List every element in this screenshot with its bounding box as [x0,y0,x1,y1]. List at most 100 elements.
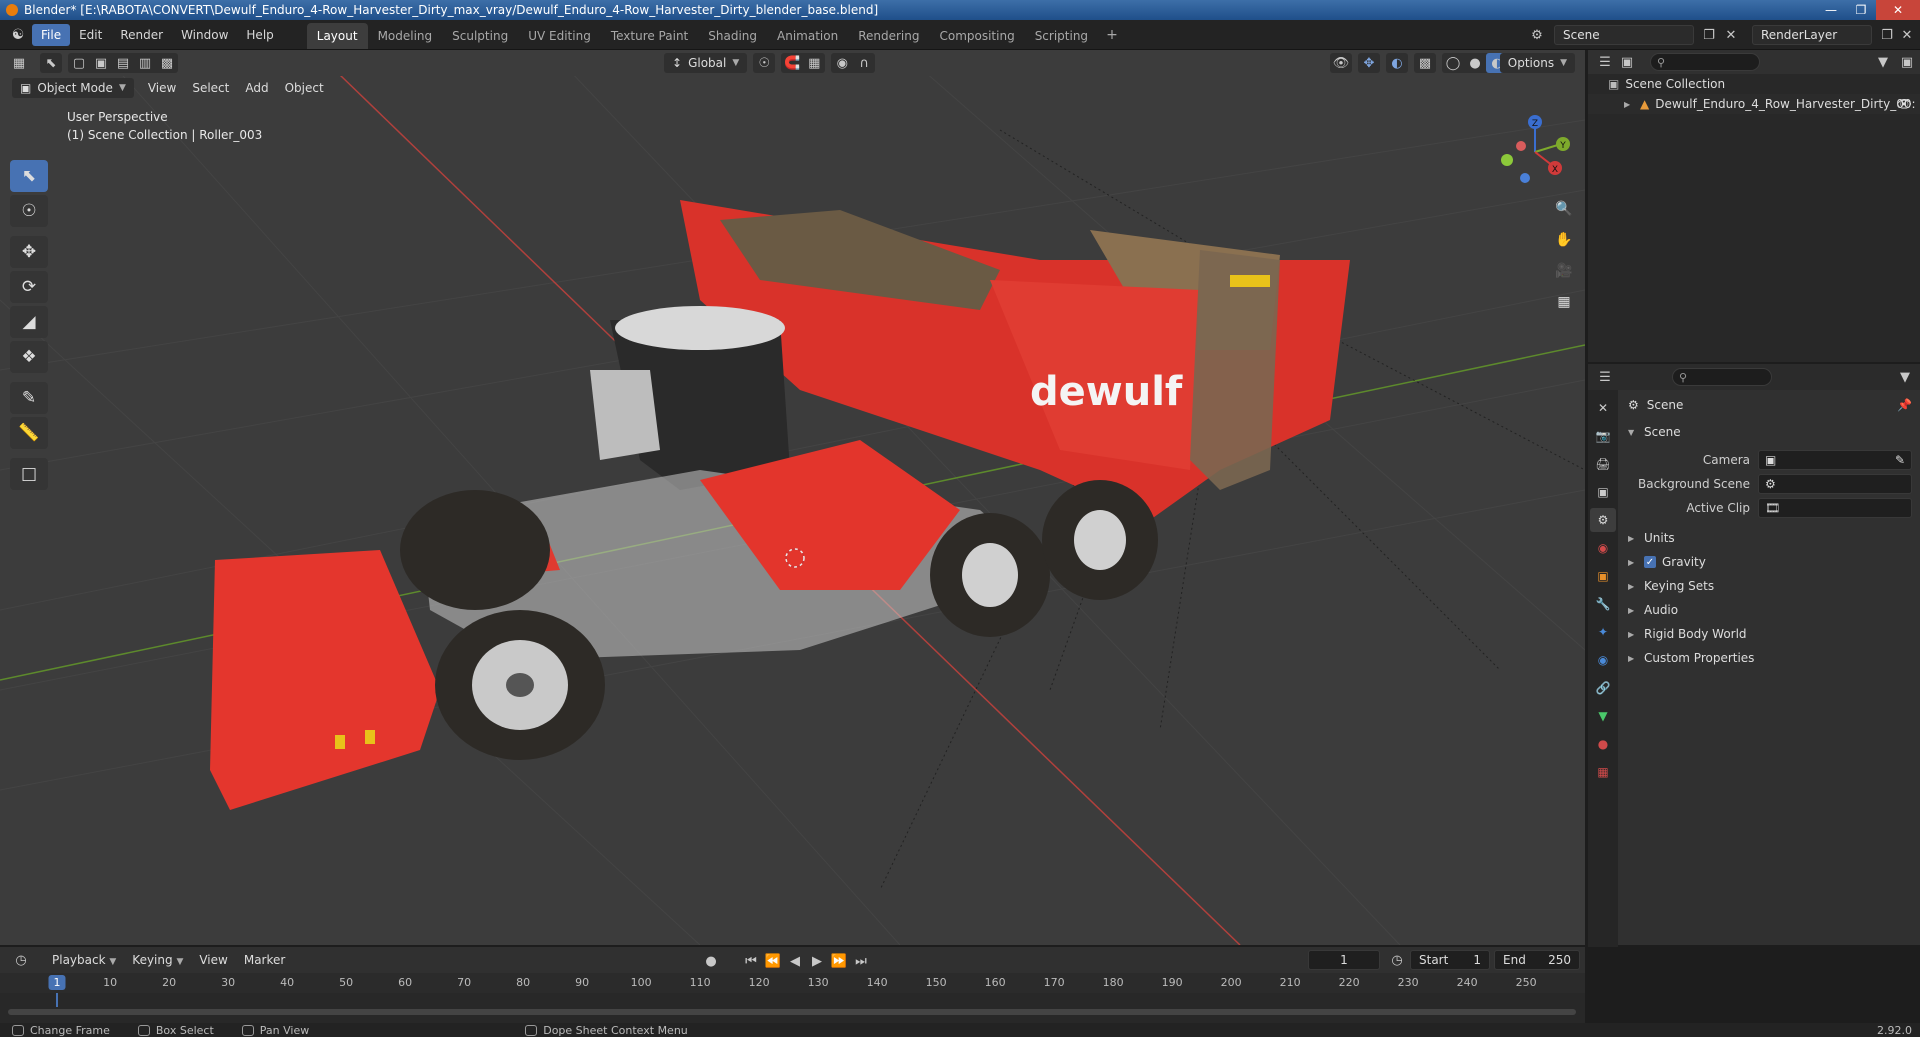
current-frame-indicator[interactable]: 1 [48,975,66,990]
gizmo-toggle-icon[interactable]: ✥ [1358,53,1380,73]
tab-scripting[interactable]: Scripting [1025,23,1098,49]
gravity-checkbox[interactable]: ✓ [1644,556,1656,568]
solid-shading-icon[interactable]: ● [1464,53,1486,73]
jump-start-icon[interactable]: ⏮ [740,951,762,971]
custom-properties-panel[interactable]: ▶ Custom Properties [1620,646,1920,670]
add-cube-tool-icon[interactable]: □ [10,458,48,490]
scale-tool-icon[interactable]: ◢ [10,306,48,338]
modifier-tab-icon[interactable]: 🔧 [1590,592,1616,616]
harvester-model[interactable]: dewulf [210,200,1350,810]
close-icon[interactable]: ✕ [1876,0,1920,20]
outliner-item-harvester[interactable]: ▶ ▲ Dewulf_Enduro_4_Row_Harvester_Dirty_… [1588,94,1920,114]
view-layer-tab-icon[interactable]: ▣ [1590,480,1616,504]
renderlayer-copy-icon[interactable]: ❐ [1876,25,1898,45]
pan-hand-icon[interactable]: ✋ [1551,227,1577,253]
timeline-scrollbar[interactable] [8,1009,1576,1015]
select-intersect-icon[interactable]: ▩ [156,53,178,73]
add-workspace-icon[interactable]: + [1098,21,1126,49]
wireframe-shading-icon[interactable]: ◯ [1442,53,1464,73]
tab-shading[interactable]: Shading [698,23,767,49]
snap-target-icon[interactable]: ▦ [803,53,825,73]
object-tab-icon[interactable]: ▣ [1590,564,1616,588]
units-panel[interactable]: ▶ Units [1620,526,1920,550]
scene-tab-icon[interactable]: ⚙ [1590,508,1616,532]
render-tab-icon[interactable]: 📷 [1590,424,1616,448]
select-box-tool-icon[interactable]: ⬉ [10,160,48,192]
menu-render[interactable]: Render [111,24,172,46]
viewport-menu-object[interactable]: Object [277,81,332,95]
end-frame-field[interactable]: End 250 [1494,950,1580,970]
tab-texture-paint[interactable]: Texture Paint [601,23,698,49]
audio-panel[interactable]: ▶ Audio [1620,598,1920,622]
data-tab-icon[interactable]: ▼ [1590,704,1616,728]
properties-editor-type-icon[interactable]: ☰ [1594,367,1616,387]
new-collection-icon[interactable]: ▣ [1896,52,1918,72]
gravity-panel[interactable]: ▶ ✓ Gravity [1620,550,1920,574]
viewport-menu-view[interactable]: View [140,81,184,95]
renderlayer-remove-icon[interactable]: ✕ [1896,25,1918,45]
tab-uv-editing[interactable]: UV Editing [518,23,601,49]
select-invert-icon[interactable]: ▥ [134,53,156,73]
visibility-icon[interactable]: 👁 [1330,53,1352,73]
menu-file[interactable]: File [32,23,71,46]
select-subtract-icon[interactable]: ▤ [112,53,134,73]
annotate-tool-icon[interactable]: ✎ [10,382,48,414]
maximize-icon[interactable]: ❐ [1846,0,1876,20]
timeline-ruler[interactable]: 1 10 20 30 40 50 60 70 80 90 100 110 120 130 140 150 16… [0,973,1585,993]
timeline-editor-type-icon[interactable]: ◷ [10,950,32,970]
pivot-point-icon[interactable]: ☉ [753,53,775,73]
world-tab-icon[interactable]: ◉ [1590,536,1616,560]
tool-tab-icon[interactable]: ✕ [1590,396,1616,420]
tab-modeling[interactable]: Modeling [368,23,443,49]
play-icon[interactable]: ▶ [806,951,828,971]
falloff-icon[interactable]: ∩ [853,53,875,73]
play-reverse-icon[interactable]: ◀ [784,951,806,971]
next-keyframe-icon[interactable]: ⏩ [828,951,850,971]
minimize-icon[interactable]: — [1816,0,1846,20]
scene-selector[interactable]: Scene [1554,25,1694,45]
outliner-editor-type-icon[interactable]: ☰ [1594,52,1616,72]
camera-view-icon[interactable]: 🎥 [1551,258,1577,284]
keying-sets-panel[interactable]: ▶ Keying Sets [1620,574,1920,598]
tab-compositing[interactable]: Compositing [929,23,1024,49]
transform-tool-icon[interactable]: ❖ [10,341,48,373]
filter-icon[interactable]: ▼ [1872,52,1894,72]
material-tab-icon[interactable]: ● [1590,732,1616,756]
properties-search-input[interactable]: ⚲ [1672,368,1772,386]
visibility-eye-icon[interactable]: 👁 [1897,97,1912,111]
output-tab-icon[interactable]: 🖨 [1590,452,1616,476]
blender-menu-icon[interactable]: ☯ [8,25,28,45]
outliner-item-scene-collection[interactable]: ▣ Scene Collection [1588,74,1920,94]
record-icon[interactable]: ● [700,951,722,971]
ortho-grid-icon[interactable]: ▦ [1551,289,1577,315]
options-dropdown[interactable]: Options ▼ [1499,53,1575,73]
outliner-search-input[interactable]: ⚲ [1650,53,1760,71]
properties-options-icon[interactable]: ▼ [1894,367,1916,387]
mode-dropdown[interactable]: ▣ Object Mode ▼ [12,78,134,98]
rigid-body-world-panel[interactable]: ▶ Rigid Body World [1620,622,1920,646]
menu-edit[interactable]: Edit [70,24,111,46]
active-clip-field[interactable]: 🎞 [1758,498,1912,518]
render-layer-selector[interactable]: RenderLayer [1752,25,1872,45]
pin-icon[interactable]: 📌 [1897,398,1912,412]
xray-icon[interactable]: ▩ [1414,53,1436,73]
timeline-menu-playback[interactable]: Playback ▼ [44,953,124,967]
scene-browse-icon[interactable]: ⚙ [1526,25,1548,45]
eyedropper-icon[interactable]: ✎ [1895,453,1905,467]
camera-field[interactable]: ▣ ✎ [1758,450,1912,470]
menu-window[interactable]: Window [172,24,237,46]
expand-arrow-icon[interactable]: ▶ [1624,100,1632,109]
texture-tab-icon[interactable]: ▦ [1590,760,1616,784]
particles-tab-icon[interactable]: ✦ [1590,620,1616,644]
overlays-icon[interactable]: ◐ [1386,53,1408,73]
rotate-tool-icon[interactable]: ⟳ [10,271,48,303]
display-mode-icon[interactable]: ▣ [1616,52,1638,72]
constraints-tab-icon[interactable]: 🔗 [1590,676,1616,700]
tab-sculpting[interactable]: Sculpting [442,23,518,49]
measure-tool-icon[interactable]: 📏 [10,417,48,449]
prev-keyframe-icon[interactable]: ⏪ [762,951,784,971]
move-tool-icon[interactable]: ✥ [10,236,48,268]
snap-icon[interactable]: 🧲 [781,53,803,73]
timeline-menu-keying[interactable]: Keying ▼ [124,953,191,967]
renderlayer-browse-icon[interactable] [1728,25,1750,45]
